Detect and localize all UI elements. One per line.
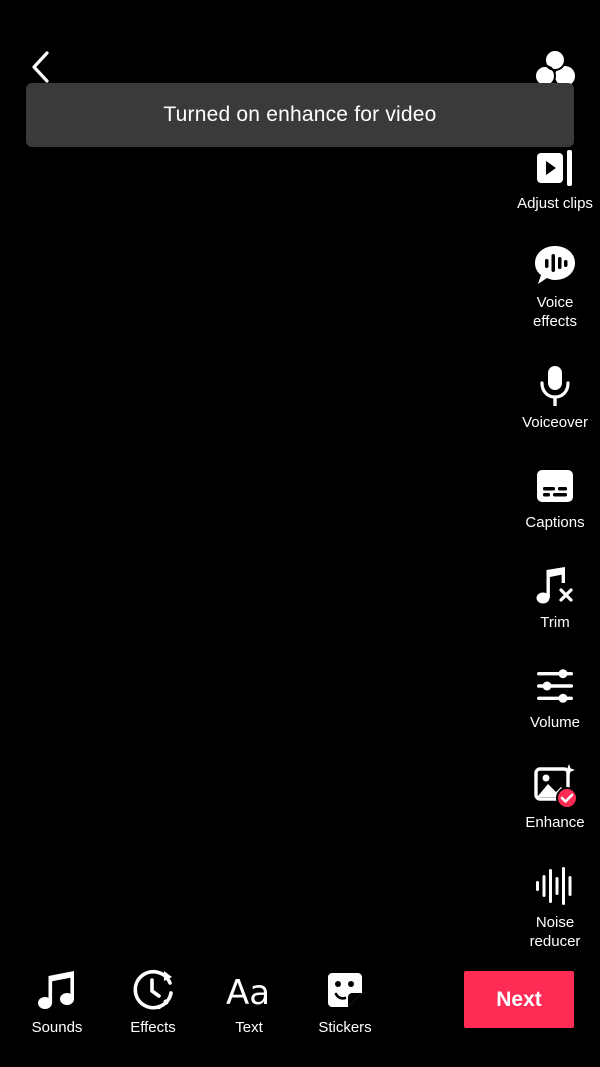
side-tool-label: Noise reducer: [529, 914, 581, 950]
sticker-icon: [321, 966, 369, 1014]
music-trim-icon: [531, 562, 579, 610]
bottom-tool-stickers[interactable]: Stickers: [297, 966, 393, 1037]
bottom-tool-label: Text: [235, 1019, 263, 1036]
side-tool-label: Trim: [540, 614, 570, 631]
toast-notification: Turned on enhance for video: [26, 83, 574, 147]
side-tool-captions[interactable]: Captions: [506, 462, 600, 532]
side-tool-adjust-clips[interactable]: Adjust clips: [506, 143, 600, 213]
enhance-icon: [531, 762, 579, 810]
bottom-tool-label: Sounds: [31, 1019, 83, 1036]
side-tool-label: Enhance: [525, 814, 585, 831]
toast-text: Turned on enhance for video: [163, 103, 437, 126]
adjust-clips-icon: [531, 143, 579, 191]
side-tool-voiceover[interactable]: Voiceover: [506, 362, 600, 432]
next-button[interactable]: Next: [464, 971, 574, 1028]
side-tool-volume[interactable]: Volume: [506, 662, 600, 732]
bottom-tool-label: Stickers: [318, 1019, 372, 1036]
bottom-tool-effects[interactable]: Effects: [105, 966, 201, 1037]
microphone-icon: [531, 362, 579, 410]
side-tool-label: Voice effects: [533, 294, 577, 330]
side-tool-trim[interactable]: Trim: [506, 562, 600, 632]
svg-text:Aa: Aa: [226, 973, 270, 1010]
side-tool-label: Captions: [525, 514, 585, 531]
effects-timer-icon: [129, 966, 177, 1014]
side-tool-label: Voiceover: [522, 414, 588, 431]
side-tool-voice-effects[interactable]: Voice effects: [506, 242, 600, 331]
side-tool-label: Adjust clips: [517, 195, 593, 212]
sliders-icon: [531, 662, 579, 710]
bottom-tool-label: Effects: [130, 1019, 176, 1036]
side-tool-noise-reducer[interactable]: Noise reducer: [506, 862, 600, 951]
bottom-tool-sounds[interactable]: Sounds: [9, 966, 105, 1037]
waveform-icon: [531, 862, 579, 910]
captions-icon: [531, 462, 579, 510]
side-tool-label: Volume: [529, 714, 581, 731]
music-note-icon: [33, 966, 81, 1014]
bottom-tool-text[interactable]: Aa Text: [201, 966, 297, 1037]
voice-effects-icon: [531, 242, 579, 290]
text-aa-icon: Aa: [225, 966, 273, 1014]
side-tool-enhance[interactable]: Enhance: [506, 762, 600, 832]
chevron-left-icon: [32, 51, 49, 83]
back-button[interactable]: [20, 46, 60, 88]
